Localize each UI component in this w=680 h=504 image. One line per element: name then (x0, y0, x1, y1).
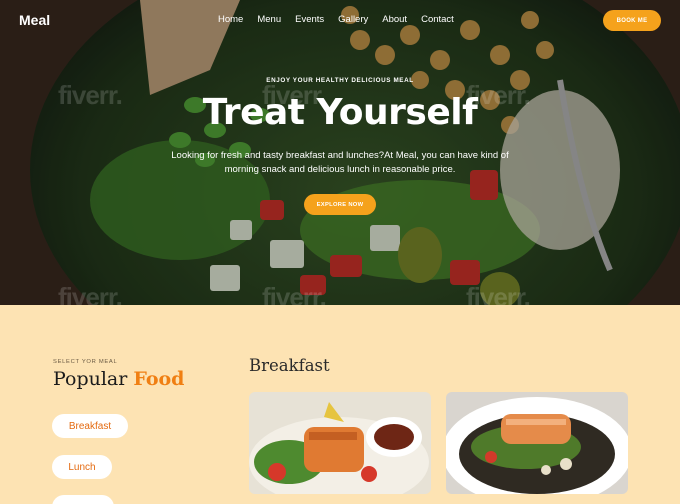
category-title: Breakfast (249, 356, 330, 375)
nav-menu[interactable]: Menu (257, 14, 281, 25)
salmon-salad-image (249, 392, 431, 494)
salmon-plate-image (446, 392, 628, 494)
section-title-accent: Food (133, 368, 185, 390)
nav-about[interactable]: About (382, 14, 407, 25)
category-next-button[interactable] (52, 495, 114, 504)
hero-subtitle: Looking for fresh and tasty breakfast an… (170, 149, 510, 177)
section-kicker: SELECT YOR MEAL (53, 359, 118, 365)
book-me-button[interactable]: BOOK ME (603, 10, 661, 31)
nav-contact[interactable]: Contact (421, 14, 454, 25)
main-nav: Home Menu Events Gallery About Contact (218, 14, 454, 25)
hero-banner: fiverr. fiverr. fiverr. fiverr. fiverr. … (0, 0, 680, 305)
section-title: Popular Food (53, 368, 184, 390)
nav-gallery[interactable]: Gallery (338, 14, 368, 25)
hero-subtitle-line: Looking for fresh and tasty breakfast an… (171, 150, 509, 161)
hero-title: Treat Yourself (202, 92, 478, 133)
hero-subtitle-line: morning snack and delicious lunch in rea… (224, 164, 456, 175)
nav-events[interactable]: Events (295, 14, 324, 25)
hero-kicker: ENJOY YOUR HEALTHY DELICIOUS MEAL (266, 77, 414, 84)
section-title-main: Popular (53, 368, 128, 390)
watermark: fiverr. (58, 282, 123, 305)
food-card[interactable] (249, 392, 431, 494)
explore-now-button[interactable]: EXPLORE NOW (304, 194, 376, 215)
category-breakfast-button[interactable]: Breakfast (52, 414, 128, 438)
food-card[interactable] (446, 392, 628, 494)
category-lunch-button[interactable]: Lunch (52, 455, 112, 479)
watermark: fiverr. (466, 282, 531, 305)
site-logo[interactable]: Meal (19, 12, 50, 28)
watermark: fiverr. (262, 282, 327, 305)
nav-home[interactable]: Home (218, 14, 243, 25)
